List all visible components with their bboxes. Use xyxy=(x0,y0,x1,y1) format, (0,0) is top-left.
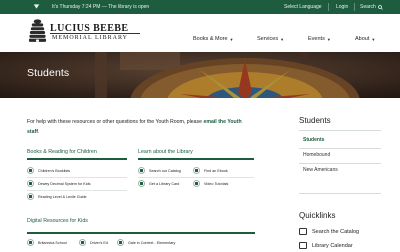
utility-bar: It's Thursday 7:24 PM — The library is o… xyxy=(0,0,400,14)
divider xyxy=(299,130,381,131)
sidebar-item-new-americans[interactable]: New Americans xyxy=(303,167,338,173)
divider xyxy=(138,177,254,178)
book-icon xyxy=(27,180,34,187)
list-item-drivers-ed[interactable]: Driver's Ed xyxy=(79,239,108,246)
search-button[interactable]: Search xyxy=(360,4,383,10)
nav-label: Books & More xyxy=(193,36,228,42)
chevron-down-icon: ▼ xyxy=(326,36,331,42)
list-item-search-catalog[interactable]: Search our Catalog xyxy=(138,167,181,174)
section-heading-learn: Learn about the Library xyxy=(138,149,193,155)
search-icon xyxy=(138,167,145,174)
quicklink-label: Search the Catalog xyxy=(312,228,360,235)
card-icon xyxy=(138,180,145,187)
item-label: Gale in Context - Elementary xyxy=(128,240,176,245)
nav-events[interactable]: Events ▼ xyxy=(308,36,331,42)
quicklink-library-calendar[interactable]: Library Calendar xyxy=(299,242,353,249)
language-label: Select Language xyxy=(284,4,322,10)
language-selector[interactable]: Select Language xyxy=(284,4,322,10)
divider xyxy=(328,3,329,11)
book-icon xyxy=(27,193,34,200)
page-title: Students xyxy=(27,67,70,79)
brand-divider xyxy=(50,33,140,34)
section-heading-digital: Digital Resources for Kids xyxy=(27,218,88,224)
intro-end: . xyxy=(37,129,40,135)
search-icon xyxy=(377,4,383,10)
section-rule xyxy=(138,158,254,160)
sidebar-item-students[interactable]: Students xyxy=(303,137,324,143)
chevron-down-icon: ▼ xyxy=(280,36,285,42)
quicklink-search-catalog[interactable]: Search the Catalog xyxy=(299,228,359,235)
divider xyxy=(299,163,381,164)
intro-paragraph: For help with these resources or other q… xyxy=(27,117,253,137)
list-item-find-ebook[interactable]: Find an Ebook xyxy=(193,167,228,174)
nav-about[interactable]: About ▼ xyxy=(355,36,375,42)
item-label: Find an Ebook xyxy=(204,168,228,173)
list-item-childrens-booklists[interactable]: Children's Booklists xyxy=(27,167,70,174)
list-item-britannica[interactable]: Britannica School xyxy=(27,239,67,246)
nav-label: About xyxy=(355,36,370,42)
list-item-reading-level[interactable]: Reading Level & Lexile Guide xyxy=(27,193,87,200)
chevron-down-icon: ▼ xyxy=(229,36,234,42)
tablet-icon xyxy=(193,167,200,174)
divider xyxy=(299,193,381,194)
video-icon xyxy=(193,180,200,187)
list-item-gale-in-context[interactable]: Gale in Context - Elementary xyxy=(117,239,175,246)
quicklink-label: Library Calendar xyxy=(312,242,353,249)
hive-mark-icon xyxy=(33,4,40,9)
list-item-dewey-decimal[interactable]: Dewey Decimal System for Kids xyxy=(27,180,90,187)
item-label: Britannica School xyxy=(38,240,67,245)
book-icon xyxy=(27,167,34,174)
section-rule xyxy=(27,232,255,234)
quicklinks-title: Quicklinks xyxy=(299,211,336,220)
section-rule xyxy=(27,158,127,160)
database-icon xyxy=(79,239,86,246)
chevron-down-icon: ▼ xyxy=(371,36,376,42)
item-label: Get a Library Card xyxy=(149,181,180,186)
nav-books-more[interactable]: Books & More ▼ xyxy=(193,36,234,42)
item-label: Dewey Decimal System for Kids xyxy=(38,181,91,186)
search-label: Search xyxy=(360,4,376,10)
sidebar-title: Students xyxy=(299,116,331,125)
divider xyxy=(27,177,127,178)
divider xyxy=(27,190,127,191)
nav-label: Services xyxy=(257,36,279,42)
sidebar-item-homebound[interactable]: Homebound xyxy=(303,152,330,158)
list-item-video-tutorials[interactable]: Video Tutorials xyxy=(193,180,228,187)
item-label: Video Tutorials xyxy=(204,181,229,186)
section-heading-books: Books & Reading for Children xyxy=(27,149,97,155)
list-item-library-card[interactable]: Get a Library Card xyxy=(138,180,179,187)
library-logo-icon[interactable] xyxy=(28,18,47,44)
intro-text: For help with these resources or other q… xyxy=(27,119,204,125)
login-link[interactable]: Login xyxy=(336,4,348,10)
open-status: It's Thursday 7:24 PM — The library is o… xyxy=(52,4,150,10)
nav-services[interactable]: Services ▼ xyxy=(257,36,284,42)
database-icon xyxy=(117,239,124,246)
calendar-icon xyxy=(299,242,307,249)
item-label: Driver's Ed xyxy=(90,240,108,245)
item-label: Search our Catalog xyxy=(149,168,181,173)
database-icon xyxy=(27,239,34,246)
book-icon xyxy=(299,228,307,235)
divider xyxy=(299,148,381,149)
divider xyxy=(354,3,355,11)
library-subname[interactable]: MEMORIAL LIBRARY xyxy=(52,35,128,41)
item-label: Children's Booklists xyxy=(38,168,71,173)
item-label: Reading Level & Lexile Guide xyxy=(38,194,87,199)
nav-label: Events xyxy=(308,36,325,42)
